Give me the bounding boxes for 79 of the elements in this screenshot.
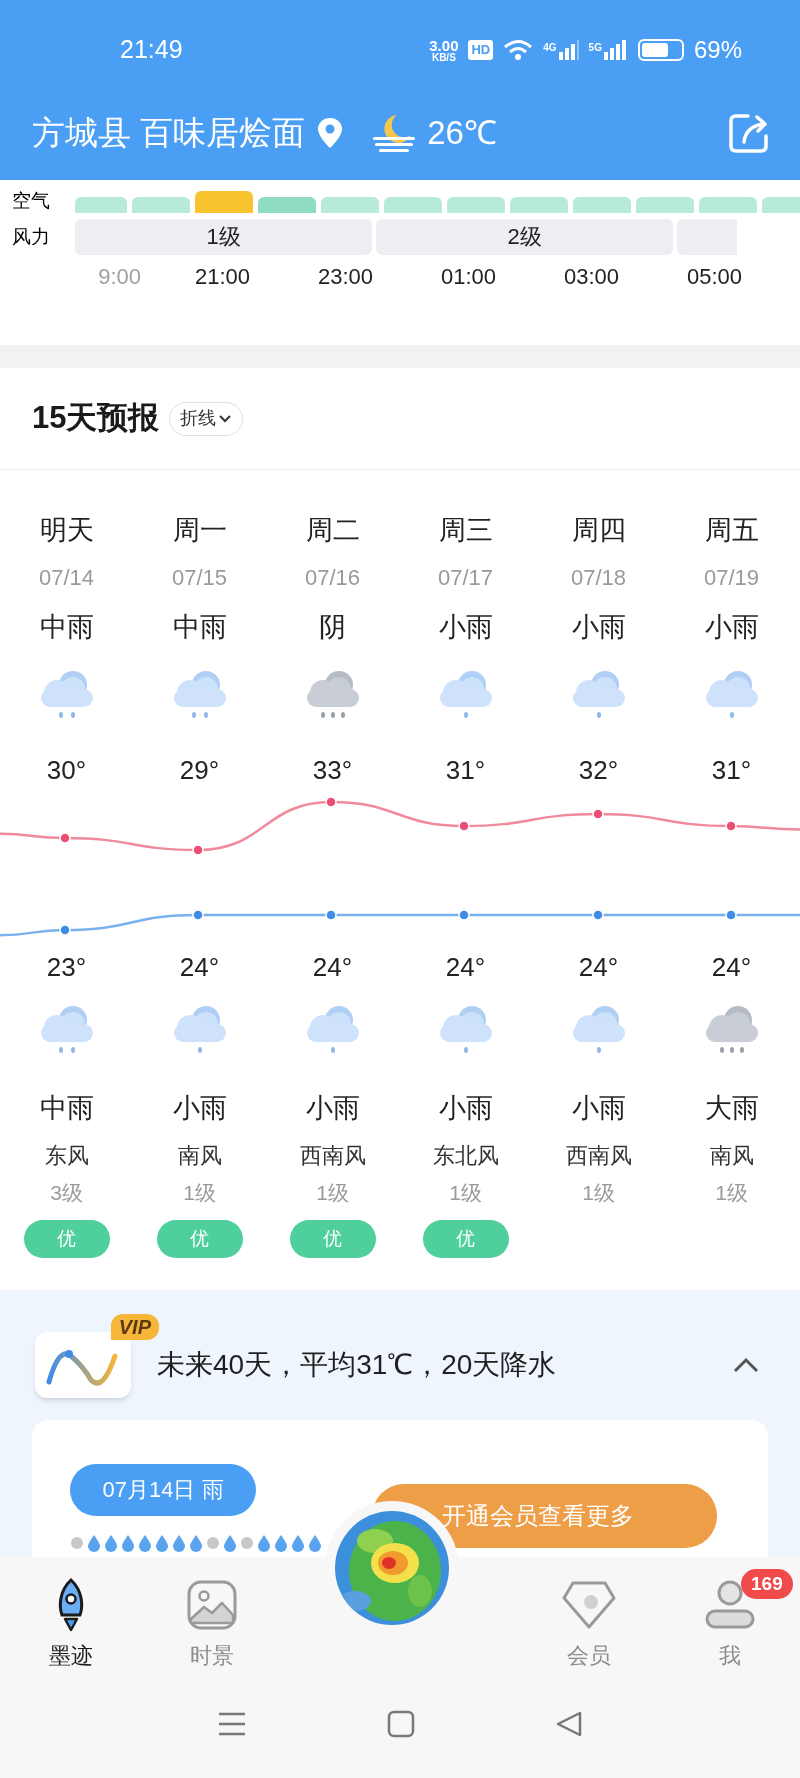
air-quality-badge: 优 [422,1220,509,1258]
air-quality-badge: 优 [289,1220,376,1258]
night-weather: 小雨 [305,1092,360,1125]
network-type: 5G [588,41,602,55]
day-name: 周四 [571,514,626,547]
wind-level: 3级 [50,1180,83,1206]
hour-label: 21:00 [193,263,252,291]
air-quality-badge: 优 [156,1220,243,1258]
clock: 21:49 [120,34,183,66]
day-weather: 阴 [319,611,346,644]
section-title: 15天预报 [32,399,160,438]
high-temperature: 32° [578,754,619,787]
high-temperature: 29° [179,754,220,787]
air-quality-badge: 优 [23,1220,110,1258]
row-label: 空气 [11,189,51,213]
night-weather: 小雨 [438,1092,493,1125]
forecast-date: 07/15 [171,564,228,592]
hd-badge: HD [468,40,494,60]
forecast-date: 07/19 [703,564,760,592]
current-temperature: 26℃ [427,113,497,154]
tab-bar-item[interactable]: 会员 [543,1575,634,1672]
wind-level-bar: 2级 [376,219,673,255]
network-speed-unit: KB/S [431,52,456,63]
night-weather: 中雨 [39,1092,94,1125]
tab-bar-item[interactable]: 墨迹 [25,1575,116,1672]
wind-direction: 东北风 [432,1142,499,1170]
day-weather: 小雨 [438,611,493,644]
day-name: 周五 [704,514,759,547]
wind-direction: 南风 [709,1142,754,1170]
wind-level: 1级 [316,1180,349,1206]
row-label: 风力 [11,224,51,249]
forecast-date: 07/17 [437,564,494,592]
wind-level-bar: 1级 [75,219,372,255]
hour-label: 01:00 [439,263,498,291]
wind-direction: 南风 [177,1142,222,1170]
high-temperature: 31° [711,754,752,787]
low-temperature: 24° [578,951,619,984]
hour-label: 23:00 [316,263,375,291]
day-name: 明天 [39,514,94,547]
day-weather: 小雨 [704,611,759,644]
day-weather: 小雨 [571,611,626,644]
network-type: 4G [543,41,557,55]
network-speed: 3.00 [429,37,459,53]
day-name: 周三 [438,514,493,547]
wind-level: 1级 [715,1180,748,1206]
low-temperature: 24° [179,951,220,984]
hour-label: 03:00 [562,263,621,291]
date-pill: 07月14日 雨 [70,1464,256,1516]
night-weather: 小雨 [571,1092,626,1125]
forecast-summary: 未来40天，平均31℃，20天降水 [157,1348,557,1382]
forecast-date: 07/18 [570,564,627,592]
wind-direction: 西南风 [299,1142,366,1170]
day-name: 周一 [172,514,227,547]
low-temperature: 24° [312,951,353,984]
wind-direction: 西南风 [565,1142,632,1170]
day-weather: 中雨 [39,611,94,644]
forecast-date: 07/16 [304,564,361,592]
vip-badge: VIP [110,1314,159,1340]
high-temperature: 33° [312,754,353,787]
wind-level: 1级 [449,1180,482,1206]
notification-badge: 169 [741,1569,793,1599]
low-temperature: 24° [445,951,486,984]
day-weather: 中雨 [172,611,227,644]
night-weather: 大雨 [704,1092,759,1125]
wind-direction: 东风 [44,1142,89,1170]
location-title: 方城县 百味居烩面 [32,113,306,154]
high-temperature: 31° [445,754,486,787]
forecast-date: 07/14 [38,564,95,592]
hour-label: 9:00 [97,263,142,291]
hour-label: 05:00 [685,263,744,291]
high-temperature: 30° [46,754,87,787]
night-weather: 小雨 [172,1092,227,1125]
day-name: 周二 [305,514,360,547]
low-temperature: 23° [46,951,87,984]
battery-percent: 69% [693,35,742,65]
tab-bar-item[interactable]: 时景 [166,1575,257,1672]
low-temperature: 24° [711,951,752,984]
wind-level: 1级 [582,1180,615,1206]
wind-level: 1级 [183,1180,216,1206]
